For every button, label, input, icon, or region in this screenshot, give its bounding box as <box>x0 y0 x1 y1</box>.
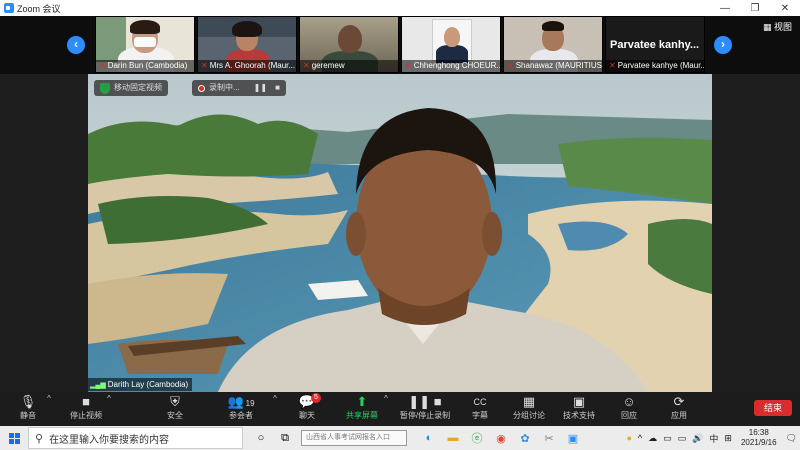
meeting-toolbar: 🎙 静音 ^ ■ 停止视频 ^ ⛨ 安全 👥 19 参会者 ^ 💬 5 聊天 ⬆ 共… <box>0 392 800 426</box>
search-icon: ⚲ <box>35 432 44 445</box>
recording-label: 录制中... <box>209 83 240 92</box>
record-icon: ❚❚ ■ <box>408 394 442 409</box>
participant-name: ✕ Shanawaz (MAURITIUS) <box>504 60 602 72</box>
participant-name: ✕ Mrs A. Ghoorah (Maur... <box>198 60 296 72</box>
title-bar: Zoom 会议 — ❐ ✕ <box>0 0 800 16</box>
mic-muted-icon: ✕ <box>405 61 412 70</box>
chrome-icon[interactable]: ◉ <box>489 432 513 445</box>
windows-start-icon[interactable] <box>0 426 28 450</box>
stop-recording-icon[interactable]: ■ <box>275 80 280 96</box>
app-icon[interactable]: ✿ <box>513 432 537 445</box>
pause-stop-recording-button[interactable]: ❚❚ ■ 暂停/停止录制 <box>395 394 455 421</box>
participant-thumbnail[interactable]: ✕ Darin Bun (Cambodia) <box>95 16 195 73</box>
ie-browser-icon[interactable]: ⓔ <box>465 430 489 446</box>
cortana-icon[interactable]: ○ <box>249 432 273 444</box>
breakout-rooms-button[interactable]: ▦ 分组讨论 <box>504 394 554 421</box>
next-page-arrow-icon[interactable]: › <box>714 36 732 54</box>
zoom-taskbar-icon[interactable]: ▣ <box>561 432 585 445</box>
end-meeting-button[interactable]: 结束 <box>754 400 792 416</box>
tray-app-icon[interactable]: ● <box>626 433 631 443</box>
reactions-icon: ☺ <box>622 394 636 409</box>
cc-icon: CC <box>473 397 487 407</box>
participant-name: ✕ Darin Bun (Cambodia) <box>96 60 194 72</box>
participant-name: ✕ Chhenghong CHOEUR... <box>402 60 500 72</box>
mic-muted-icon: ✕ <box>201 61 208 70</box>
participant-display-name: Parvatee kanhy... <box>610 39 700 51</box>
thumbnail-strip: ‹ ✕ Darin Bun (Cambodia) ✕ Mrs A. Ghoorah … <box>0 16 800 74</box>
chat-button[interactable]: 💬 5 聊天 <box>282 393 332 421</box>
mic-muted-icon: ✕ <box>507 61 514 70</box>
tech-support-button[interactable]: ▣ 技术支持 <box>554 394 604 421</box>
participant-thumbnail[interactable]: ✕ Chhenghong CHOEUR... <box>401 16 501 73</box>
recording-dot-icon <box>198 84 205 92</box>
shield-icon: ⛨ <box>170 394 180 409</box>
close-button[interactable]: ✕ <box>770 3 800 14</box>
participant-count: 19 <box>245 399 255 408</box>
chat-badge: 5 <box>311 393 321 403</box>
search-placeholder: 在这里输入你要搜索的内容 <box>49 434 170 446</box>
previous-page-arrow-icon[interactable]: ‹ <box>67 36 85 54</box>
participants-icon: 👥 19 <box>227 394 255 409</box>
recording-indicator: 录制中... ❚❚ ■ <box>192 80 286 96</box>
ime-mode-icon[interactable]: ⊞ <box>724 433 732 444</box>
security-shield-icon <box>100 82 110 94</box>
audio-options-caret-icon[interactable]: ^ <box>44 394 54 403</box>
captions-button[interactable]: CC 字幕 <box>455 394 505 421</box>
participant-thumbnail[interactable]: ✕ Mrs A. Ghoorah (Maur... <box>197 16 297 73</box>
edge-browser-icon[interactable]: ◐ <box>417 432 441 444</box>
mic-muted-icon: ✕ <box>99 61 106 70</box>
mic-muted-icon: ✕ <box>609 61 616 70</box>
participant-name: ✕ geremew <box>300 60 398 72</box>
participant-thumbnail[interactable]: ✕ geremew <box>299 16 399 73</box>
pause-recording-icon[interactable]: ❚❚ <box>254 80 267 96</box>
grid-view-icon: ▦ <box>762 22 772 32</box>
windows-taskbar: ⚲ 在这里输入你要搜索的内容 ○ ⧉ 山西省人事考试网报名入口 ◐ ▬ ⓔ ◉ … <box>0 426 800 450</box>
taskbar-clock[interactable]: 16:38 2021/9/16 <box>741 428 777 448</box>
reactions-button[interactable]: ☺ 回应 <box>604 394 654 421</box>
participant-name: ✕ Parvatee kanhye (Maur... <box>606 60 704 72</box>
notifications-icon[interactable]: 🗨 <box>786 433 797 444</box>
window-title: Zoom 会议 <box>17 3 61 14</box>
show-hidden-icons-icon[interactable]: ^ <box>638 433 642 443</box>
support-icon: ▣ <box>572 394 586 409</box>
participant-thumbnail[interactable]: ✕ Shanawaz (MAURITIUS) <box>503 16 603 73</box>
breakout-icon: ▦ <box>522 394 536 409</box>
task-view-icon[interactable]: ⧉ <box>273 432 297 445</box>
virtual-background <box>88 74 712 392</box>
pin-video-chip[interactable]: 移动固定视频 <box>94 80 168 96</box>
apps-button[interactable]: ⟳ 应用 <box>654 394 704 421</box>
video-options-caret-icon[interactable]: ^ <box>104 394 114 403</box>
volume-icon[interactable]: 🔊 <box>692 433 703 444</box>
maximize-button[interactable]: ❐ <box>740 3 770 14</box>
apps-icon: ⟳ <box>673 394 685 409</box>
security-button[interactable]: ⛨ 安全 <box>150 394 200 421</box>
zoom-app-icon <box>4 3 14 13</box>
participants-button[interactable]: 👥 19 参会者 <box>216 394 266 421</box>
battery-icon[interactable]: ▭ <box>663 433 672 444</box>
taskbar-address-bar[interactable]: 山西省人事考试网报名入口 <box>301 430 407 446</box>
view-button[interactable]: ▦ 视图 <box>763 20 792 33</box>
meeting-stage: ‹ ✕ Darin Bun (Cambodia) ✕ Mrs A. Ghoorah … <box>0 16 800 392</box>
file-explorer-icon[interactable]: ▬ <box>441 432 465 444</box>
ime-indicator[interactable]: 中 <box>709 432 718 445</box>
share-screen-button[interactable]: ⬆ 共享屏幕 <box>337 394 387 421</box>
main-video[interactable]: 移动固定视频 录制中... ❚❚ ■ ▂▄▆ Darith Lay (Cambod… <box>88 74 712 392</box>
chat-tray-icon[interactable]: ▭ <box>678 433 687 444</box>
participants-caret-icon[interactable]: ^ <box>270 394 280 403</box>
minimize-button[interactable]: — <box>710 3 740 14</box>
share-screen-icon: ⬆ <box>356 394 368 409</box>
speaker-name-label: ▂▄▆ Darith Lay (Cambodia) <box>88 378 193 391</box>
participant-thumbnail[interactable]: Parvatee kanhy... ✕ Parvatee kanhye (Maur… <box>605 16 705 73</box>
mic-muted-icon: ✕ <box>303 61 310 70</box>
tool-icon[interactable]: ✂ <box>537 432 561 445</box>
pin-video-label: 移动固定视频 <box>114 83 162 92</box>
share-options-caret-icon[interactable]: ^ <box>381 394 391 403</box>
chat-icon: 💬 5 <box>282 393 332 410</box>
cloud-icon[interactable]: ☁ <box>648 433 657 444</box>
taskbar-search-box[interactable]: ⚲ 在这里输入你要搜索的内容 <box>28 427 243 449</box>
clock-time: 16:38 <box>748 428 769 437</box>
signal-bars-icon: ▂▄▆ <box>90 382 106 389</box>
clock-date: 2021/9/16 <box>740 438 777 447</box>
